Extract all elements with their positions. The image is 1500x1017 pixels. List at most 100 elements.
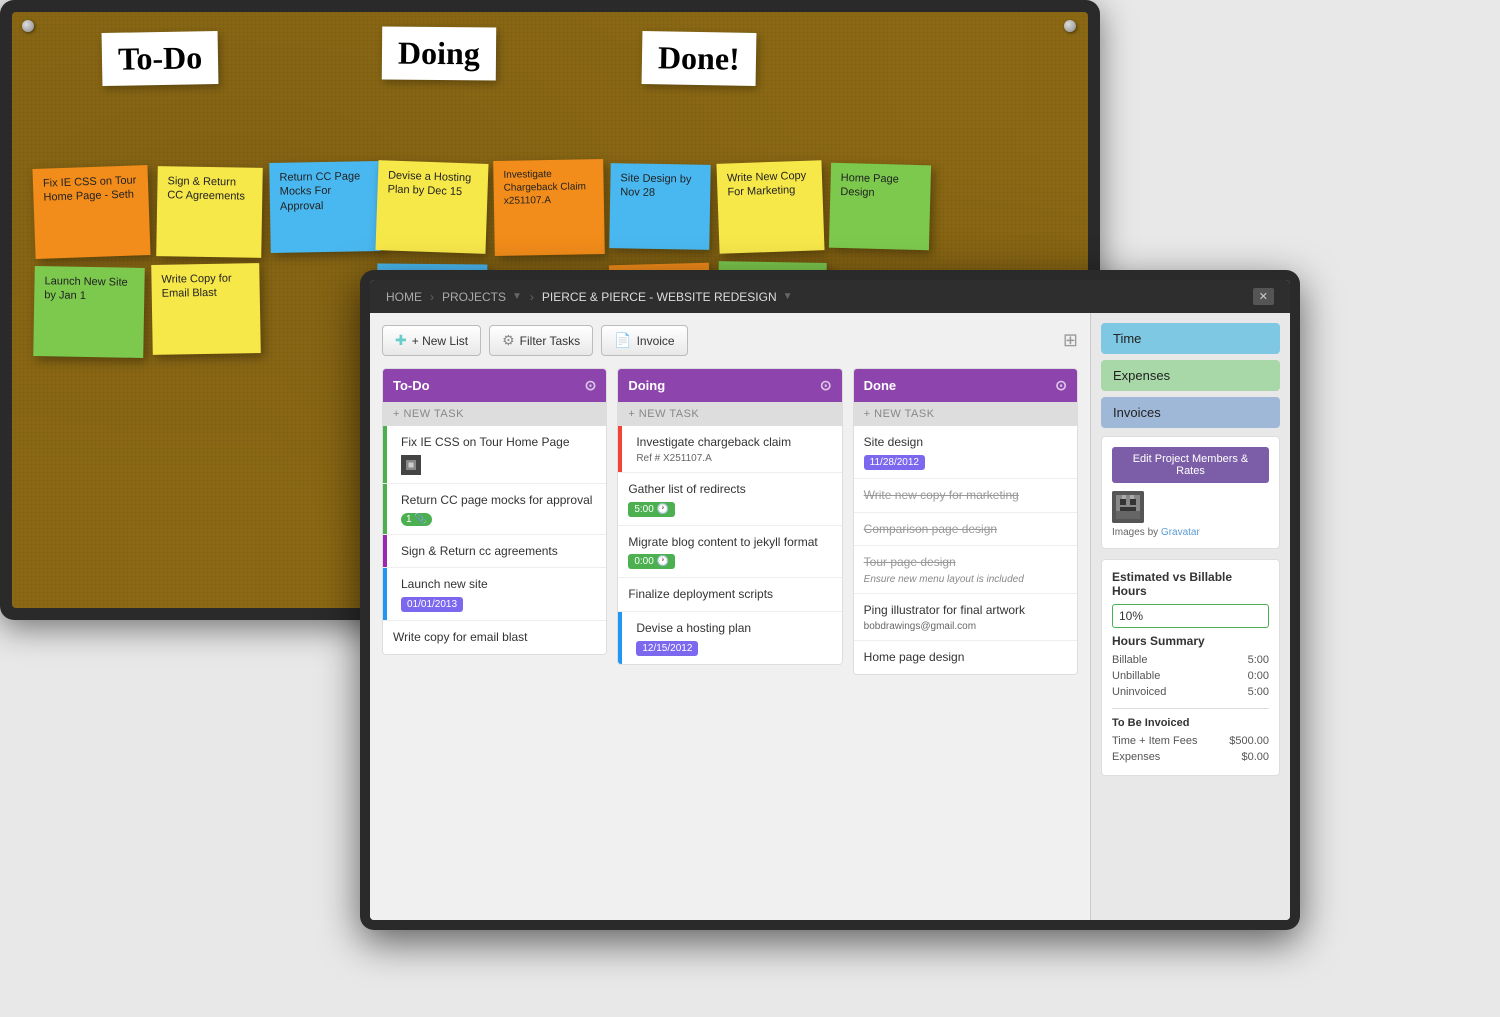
nav-sep-1: › — [430, 290, 434, 304]
sticky-note: Investigate Chargeback Claim x251107.A — [493, 159, 605, 256]
column-menu-icon-done[interactable]: ⊙ — [1055, 377, 1067, 394]
new-list-button[interactable]: ✚ + New List — [382, 325, 481, 356]
task-title: Home page design — [864, 649, 1067, 666]
plus-icon: ✚ — [395, 332, 407, 349]
task-date: 11/28/2012 — [864, 455, 925, 470]
sticky-note: Write Copy for Email Blast — [151, 263, 261, 355]
member-avatar — [1112, 491, 1144, 523]
corkboard-header-doing: Doing — [382, 27, 496, 81]
pushpin — [22, 20, 34, 32]
nav-home[interactable]: HOME — [386, 290, 422, 304]
task-ref: Ref # X251107.A — [628, 453, 831, 464]
task-card: Investigate chargeback claim Ref # X2511… — [618, 426, 841, 473]
close-button[interactable]: ✕ — [1253, 288, 1274, 305]
to-be-invoiced-title: To Be Invoiced — [1112, 717, 1269, 729]
nav-sep-2: › — [530, 290, 534, 304]
task-card: Write copy for email blast — [383, 621, 606, 654]
task-title: Finalize deployment scripts — [628, 586, 831, 603]
grid-view-icon[interactable]: ⊞ — [1063, 330, 1078, 351]
task-avatar — [401, 455, 421, 475]
task-title: Ping illustrator for final artwork — [864, 602, 1067, 619]
task-card: Fix IE CSS on Tour Home Page — [383, 426, 606, 484]
new-task-doing-button[interactable]: + NEW TASK — [618, 402, 841, 426]
task-card: Gather list of redirects 5:00 🕐 — [618, 473, 841, 526]
task-title: Sign & Return cc agreements — [393, 543, 596, 560]
task-card: Devise a hosting plan 12/15/2012 — [618, 612, 841, 664]
task-card: Site design 11/28/2012 — [854, 426, 1077, 479]
progress-input[interactable] — [1112, 604, 1269, 628]
tbi-row-time: Time + Item Fees $500.00 — [1112, 733, 1269, 749]
task-bar — [383, 484, 387, 534]
column-menu-icon-doing[interactable]: ⊙ — [820, 377, 832, 394]
task-card: Sign & Return cc agreements — [383, 535, 606, 569]
tbi-row-expenses: Expenses $0.00 — [1112, 749, 1269, 765]
app-inner: HOME › PROJECTS ▼ › PIERCE & PIERCE - WE… — [370, 280, 1290, 920]
app-content: ✚ + New List ⚙ Filter Tasks 📄 Invoice ⊞ — [370, 313, 1290, 920]
task-count-badge: 1 📎 — [401, 513, 432, 526]
task-title: Fix IE CSS on Tour Home Page — [393, 434, 596, 451]
task-title: Return CC page mocks for approval — [393, 492, 596, 509]
task-bar — [383, 568, 387, 620]
task-card: Write new copy for marketing — [854, 479, 1077, 513]
nav-projects[interactable]: PROJECTS — [442, 290, 506, 304]
corkboard-header-todo: To-Do — [102, 31, 219, 86]
task-title: Site design — [864, 434, 1067, 451]
column-title-todo: To-Do — [393, 378, 430, 393]
toolbar: ✚ + New List ⚙ Filter Tasks 📄 Invoice ⊞ — [382, 325, 1078, 356]
invoice-button[interactable]: 📄 Invoice — [601, 325, 687, 356]
task-bar — [383, 426, 387, 483]
hours-row-billable: Billable 5:00 — [1112, 652, 1269, 668]
task-sub: Ensure new menu layout is included — [864, 574, 1067, 585]
kanban-board: To-Do ⊙ + NEW TASK Fix IE CSS on Tour Ho… — [382, 368, 1078, 675]
new-task-todo-button[interactable]: + NEW TASK — [383, 402, 606, 426]
filter-tasks-button[interactable]: ⚙ Filter Tasks — [489, 325, 593, 356]
column-header-todo: To-Do ⊙ — [383, 369, 606, 402]
pushpin — [1064, 20, 1076, 32]
task-card: Return CC page mocks for approval 1 📎 — [383, 484, 606, 535]
task-title: Tour page design — [864, 554, 1067, 571]
task-card: Home page design — [854, 641, 1077, 674]
column-header-doing: Doing ⊙ — [618, 369, 841, 402]
task-card: Tour page design Ensure new menu layout … — [854, 546, 1077, 594]
hours-row-uninvoiced: Uninvoiced 5:00 — [1112, 684, 1269, 700]
kanban-column-todo: To-Do ⊙ + NEW TASK Fix IE CSS on Tour Ho… — [382, 368, 607, 655]
task-card: Ping illustrator for final artwork bobdr… — [854, 594, 1077, 641]
task-time-zero: 0:00 🕐 — [628, 554, 675, 569]
task-title: Migrate blog content to jekyll format — [628, 534, 831, 551]
time-button[interactable]: Time — [1101, 323, 1280, 354]
sticky-note: Write New Copy For Marketing — [716, 160, 824, 254]
gravatar-link[interactable]: Gravatar — [1161, 527, 1200, 538]
task-time: 5:00 🕐 — [628, 502, 675, 517]
task-title: Launch new site — [393, 576, 596, 593]
task-bar — [618, 426, 622, 472]
sticky-note: Sign & Return CC Agreements — [156, 166, 263, 258]
gravatar-text: Images by Gravatar — [1112, 527, 1269, 538]
kanban-column-doing: Doing ⊙ + NEW TASK Investigate chargebac… — [617, 368, 842, 665]
column-menu-icon-todo[interactable]: ⊙ — [585, 377, 597, 394]
invoice-icon: 📄 — [614, 332, 631, 349]
expenses-button[interactable]: Expenses — [1101, 360, 1280, 391]
task-date: 01/01/2013 — [401, 597, 463, 612]
estimated-vs-billable-label: Estimated vs Billable Hours — [1112, 570, 1269, 598]
task-title: Investigate chargeback claim — [628, 434, 831, 451]
hours-section: Estimated vs Billable Hours Hours Summar… — [1101, 559, 1280, 776]
task-bar — [618, 612, 622, 664]
invoices-button[interactable]: Invoices — [1101, 397, 1280, 428]
new-task-done-button[interactable]: + NEW TASK — [854, 402, 1077, 426]
edit-members-button[interactable]: Edit Project Members & Rates — [1112, 447, 1269, 483]
corkboard-header-done: Done! — [642, 31, 757, 86]
sidebar: Time Expenses Invoices Edit Project Memb… — [1090, 313, 1290, 920]
nav-current-project: PIERCE & PIERCE - WEBSITE REDESIGN — [542, 290, 777, 304]
sticky-note: Launch New Site by Jan 1 — [33, 266, 145, 358]
filter-icon: ⚙ — [502, 332, 515, 349]
task-title: Write copy for email blast — [393, 629, 596, 646]
app-window: HOME › PROJECTS ▼ › PIERCE & PIERCE - WE… — [360, 270, 1300, 930]
nav-project-arrow: ▼ — [783, 291, 793, 302]
nav-arrow: ▼ — [512, 291, 522, 302]
sticky-note: Return CC Page Mocks For Approval — [269, 161, 381, 253]
to-be-invoiced-section: To Be Invoiced Time + Item Fees $500.00 … — [1112, 708, 1269, 765]
member-avatar-container — [1112, 491, 1269, 523]
task-title: Gather list of redirects — [628, 481, 831, 498]
task-date: 12/15/2012 — [636, 641, 698, 656]
column-title-doing: Doing — [628, 378, 665, 393]
